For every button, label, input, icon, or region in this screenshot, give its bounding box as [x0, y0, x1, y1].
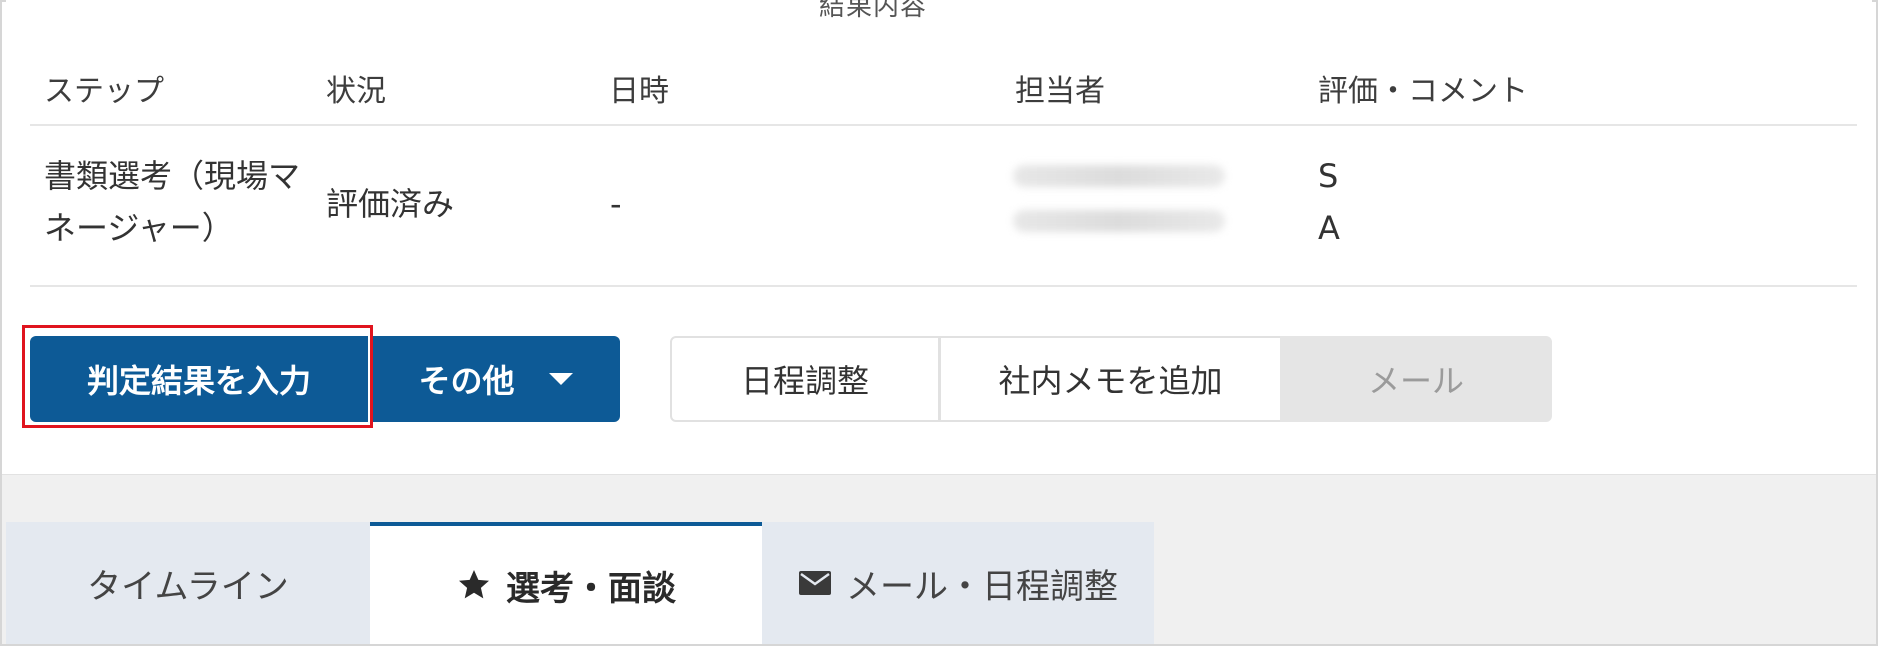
- table-header-divider: [30, 124, 1857, 126]
- star-icon: [459, 570, 489, 599]
- column-header-step: ステップ: [44, 74, 164, 109]
- mail-button[interactable]: メール: [1280, 336, 1552, 422]
- caret-down-icon: [548, 373, 573, 385]
- blurred-assignee-2: [1013, 210, 1225, 232]
- envelope-icon: [799, 571, 831, 595]
- add-memo-button[interactable]: 社内メモを追加: [939, 336, 1280, 422]
- tab-selection-interview[interactable]: 選考・面談: [370, 522, 762, 644]
- tab-timeline[interactable]: タイムライン: [6, 522, 370, 644]
- column-header-evaluation: 評価・コメント: [1318, 74, 1528, 109]
- step-cell: 書類選考（現場マ ネージャー）: [44, 157, 301, 247]
- datetime-cell: -: [610, 185, 622, 223]
- table-bottom-divider: [30, 285, 1857, 287]
- evaluation-cell: S A: [1318, 157, 1340, 247]
- panel-header-title: 結果内容: [819, 0, 928, 22]
- highlight-box: [22, 325, 373, 428]
- column-header-datetime: 日時: [609, 74, 669, 109]
- more-dropdown-button[interactable]: その他: [370, 336, 620, 422]
- status-cell: 評価済み: [326, 185, 455, 223]
- column-header-status: 状況: [326, 74, 386, 109]
- blurred-assignee-1: [1013, 165, 1225, 187]
- tab-mail-schedule[interactable]: メール・日程調整: [762, 522, 1154, 644]
- column-header-assignee: 担当者: [1015, 74, 1105, 109]
- schedule-button[interactable]: 日程調整: [670, 336, 940, 422]
